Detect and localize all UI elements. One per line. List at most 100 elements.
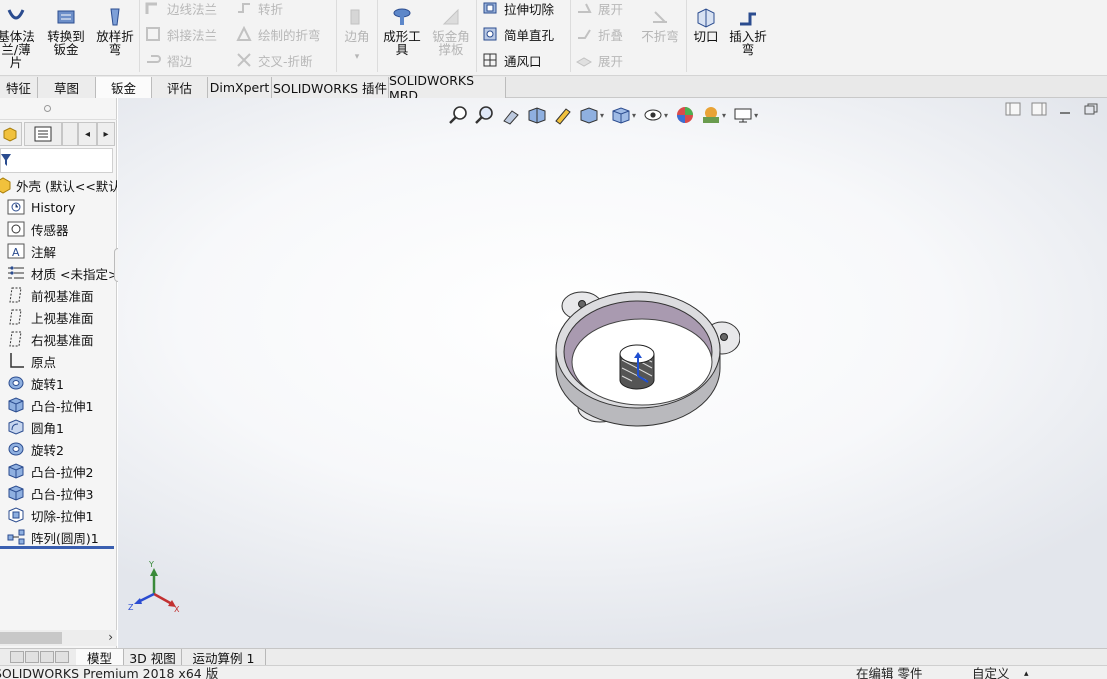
last-tab-button[interactable] — [55, 651, 69, 663]
tree-item-boss-extrude3[interactable]: 凸台-拉伸3 — [0, 482, 117, 504]
chevron-down-icon[interactable]: ▾ — [722, 111, 726, 120]
tree-item-material[interactable]: 材质 <未指定> — [0, 262, 117, 284]
tile-right-icon[interactable] — [1031, 102, 1047, 116]
tab-motion-study-1[interactable]: 运动算例 1 — [182, 649, 266, 666]
tree-item-history[interactable]: History — [0, 196, 117, 218]
chevron-down-icon[interactable]: ▾ — [632, 111, 636, 120]
first-tab-button[interactable] — [10, 651, 24, 663]
jog-icon — [238, 3, 250, 13]
edit-appearance-icon[interactable] — [674, 105, 696, 125]
rip-button[interactable]: 切口 — [690, 6, 722, 43]
base-flange-button[interactable]: 基体法兰/薄片 — [0, 6, 36, 69]
forming-tool-button[interactable]: 成形工具 — [381, 6, 423, 56]
chevron-down-icon[interactable]: ▾ — [664, 111, 668, 120]
tree-item-sensors[interactable]: 传感器 — [0, 218, 117, 240]
zoom-to-area-icon[interactable] — [474, 105, 496, 125]
svg-text:Y: Y — [148, 560, 154, 569]
property-manager-tab[interactable] — [24, 122, 62, 146]
ribbon-separator — [686, 0, 687, 72]
chevron-down-icon[interactable]: ▾ — [600, 111, 604, 120]
minimize-icon[interactable] — [1057, 102, 1073, 116]
scroll-left-button[interactable]: ◂ — [78, 122, 97, 146]
tree-item-circular-pattern1[interactable]: 阵列(圆周)1 — [0, 526, 117, 548]
tree-item-origin[interactable]: 原点 — [0, 350, 117, 372]
insert-bends-button[interactable]: 插入折弯 — [727, 6, 769, 56]
tree-item-boss-extrude2[interactable]: 凸台-拉伸2 — [0, 460, 117, 482]
editing-status-label: 在编辑 零件 — [856, 666, 923, 679]
no-bends-button[interactable]: 不折弯 — [640, 6, 680, 43]
configuration-manager-tab[interactable] — [62, 122, 78, 146]
fold-button[interactable]: 折叠 — [576, 24, 623, 44]
tree-item-revolve2[interactable]: 旋转2 — [0, 438, 117, 460]
tree-item-cut-extrude1[interactable]: 切除-拉伸1 — [0, 504, 117, 526]
view-settings-icon[interactable] — [732, 105, 754, 125]
horizontal-scrollbar[interactable]: › — [0, 630, 117, 646]
chevron-down-icon[interactable]: ▾ — [754, 111, 758, 120]
tree-item-fillet1[interactable]: 圆角1 — [0, 416, 117, 438]
unit-system-selector[interactable]: 自定义 — [972, 666, 1010, 679]
tab-solidworks-mbd[interactable]: SOLIDWORKS MBD — [389, 73, 506, 103]
rollback-bar[interactable] — [0, 546, 114, 549]
chevron-right-icon[interactable]: › — [108, 630, 113, 644]
tab-3d-views[interactable]: 3D 视图 — [124, 649, 182, 666]
command-manager-tabs: 特征 草图 钣金 评估 DimXpert SOLIDWORKS 插件 SOLID… — [0, 73, 1107, 103]
section-view-icon[interactable] — [526, 105, 548, 125]
tree-item-boss-extrude1[interactable]: 凸台-拉伸1 — [0, 394, 117, 416]
tab-sketch[interactable]: 草图 — [38, 77, 96, 98]
restore-icon[interactable] — [1083, 102, 1099, 116]
tree-item-front-plane[interactable]: 前视基准面 — [0, 284, 117, 306]
scroll-right-button[interactable]: ▸ — [97, 122, 115, 146]
tree-item-annotations[interactable]: A 注解 — [0, 240, 117, 262]
corners-button[interactable]: 边角 ▾ — [340, 6, 374, 64]
feature-tree-icon — [3, 127, 17, 142]
tree-root-part[interactable]: 外壳 (默认<<默认> — [0, 174, 117, 196]
tab-sheet-metal[interactable]: 钣金 — [96, 77, 152, 98]
history-icon — [7, 199, 25, 215]
ribbon-separator — [476, 0, 477, 72]
part-model[interactable] — [550, 284, 740, 440]
cross-break-button[interactable]: 交叉-折断 — [236, 50, 313, 70]
convert-to-sheetmetal-button[interactable]: 转换到钣金 — [46, 6, 86, 56]
flatten-button[interactable]: 展开 — [576, 50, 623, 70]
tree-item-revolve1[interactable]: 旋转1 — [0, 372, 117, 394]
zoom-to-fit-icon[interactable] — [448, 105, 470, 125]
previous-view-icon[interactable] — [500, 105, 522, 125]
apply-scene-icon[interactable] — [700, 105, 722, 125]
sheetmetal-gusset-button[interactable]: 钣金角撑板 — [430, 6, 472, 56]
previous-tab-button[interactable] — [25, 651, 39, 663]
dynamic-annotation-icon[interactable] — [552, 105, 574, 125]
view-orientation-icon[interactable] — [578, 105, 600, 125]
tree-item-right-plane[interactable]: 右视基准面 — [0, 328, 117, 350]
plane-icon — [9, 287, 22, 303]
tree-filter-bar[interactable] — [0, 148, 113, 173]
extruded-cut-button[interactable]: 拉伸切除 — [482, 0, 554, 18]
chevron-up-icon[interactable]: ▴ — [1024, 666, 1029, 679]
tab-dimxpert[interactable]: DimXpert — [208, 77, 272, 98]
simple-hole-button[interactable]: 简单直孔 — [482, 24, 554, 44]
panel-splitter[interactable] — [0, 98, 117, 120]
scrollbar-thumb[interactable] — [0, 632, 62, 644]
unfold-button[interactable]: 展开 — [576, 0, 623, 18]
hide-show-items-icon[interactable] — [642, 105, 664, 125]
hem-button[interactable]: 褶边 — [145, 50, 192, 70]
tile-left-icon[interactable] — [1005, 102, 1021, 116]
jog-button[interactable]: 转折 — [236, 0, 283, 18]
tab-solidworks-addins[interactable]: SOLIDWORKS 插件 — [272, 77, 389, 98]
hem-icon — [147, 55, 161, 63]
reference-triad: Y X Z — [128, 560, 180, 614]
sketched-bend-button[interactable]: 绘制的折弯 — [236, 24, 321, 44]
graphics-area[interactable]: ▾ ▾ ▾ ▾ ▾ Y X Z — [118, 98, 1107, 648]
vent-button[interactable]: 通风口 — [482, 50, 542, 70]
feature-manager-tab[interactable] — [0, 122, 22, 146]
chevron-down-icon[interactable]: ▾ — [355, 51, 360, 64]
miter-flange-button[interactable]: 斜接法兰 — [145, 24, 217, 44]
tab-model[interactable]: 模型 — [76, 649, 124, 666]
next-tab-button[interactable] — [40, 651, 54, 663]
tree-item-top-plane[interactable]: 上视基准面 — [0, 306, 117, 328]
edge-flange-button[interactable]: 边线法兰 — [145, 0, 217, 18]
tab-evaluate[interactable]: 评估 — [152, 77, 208, 98]
display-style-icon[interactable] — [610, 105, 632, 125]
tab-features[interactable]: 特征 — [0, 77, 38, 98]
cross-break-icon — [237, 53, 251, 67]
lofted-bend-button[interactable]: 放样折弯 — [95, 6, 135, 56]
